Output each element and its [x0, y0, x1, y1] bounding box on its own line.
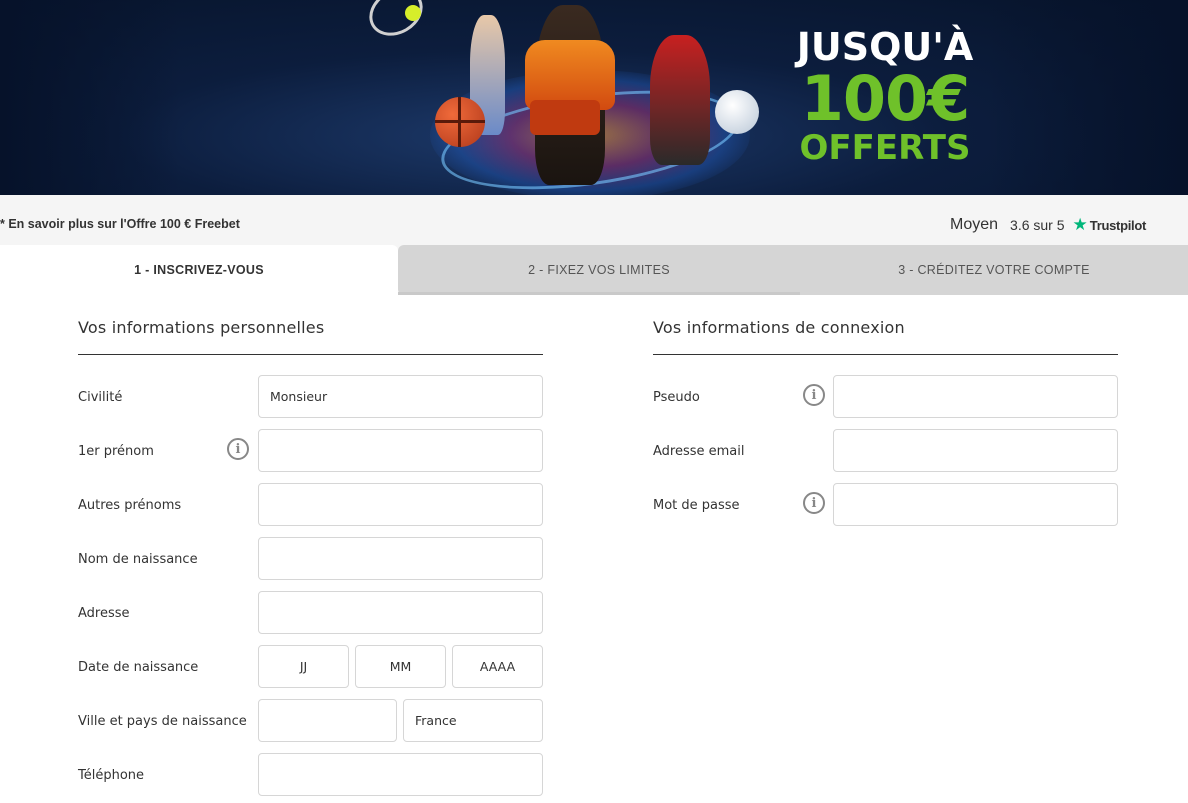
- tab-creditez-compte[interactable]: 3 - CRÉDITEZ VOTRE COMPTE: [800, 245, 1188, 295]
- registration-steps: 2 - FIXEZ VOS LIMITES 3 - CRÉDITEZ VOTRE…: [0, 245, 1188, 295]
- basketball-icon: [435, 97, 485, 147]
- ville-naissance-input[interactable]: [258, 699, 397, 742]
- tab-label: 3 - CRÉDITEZ VOTRE COMPTE: [898, 263, 1090, 277]
- info-icon[interactable]: i: [803, 384, 825, 406]
- birth-month-placeholder: MM: [389, 659, 412, 674]
- email-label: Adresse email: [653, 444, 745, 459]
- tab-label: 2 - FIXEZ VOS LIMITES: [528, 263, 670, 277]
- civilite-select[interactable]: Monsieur: [258, 375, 543, 418]
- info-bar: * En savoir plus sur l'Offre 100 € Freeb…: [0, 195, 1188, 245]
- football-icon: [715, 90, 759, 134]
- prenom-label: 1er prénom: [78, 444, 154, 459]
- basketball-shorts: [530, 100, 600, 135]
- birth-day-placeholder: JJ: [299, 659, 308, 674]
- nom-naissance-input[interactable]: [258, 537, 543, 580]
- pseudo-label: Pseudo: [653, 390, 700, 405]
- banner-right-fade: [988, 0, 1188, 195]
- info-icon[interactable]: i: [227, 438, 249, 460]
- autres-prenoms-label: Autres prénoms: [78, 498, 182, 513]
- personal-section-title: Vos informations personnelles: [78, 318, 325, 337]
- tennis-ball-icon: [405, 5, 421, 21]
- tennis-racket-icon: [360, 0, 432, 46]
- tab-inscrivez-vous[interactable]: 1 - INSCRIVEZ-VOUS: [0, 245, 398, 295]
- password-label: Mot de passe: [653, 498, 740, 513]
- telephone-input[interactable]: [258, 753, 543, 796]
- connexion-section-title: Vos informations de connexion: [653, 318, 905, 337]
- personal-section-divider: [78, 354, 543, 355]
- pays-value: France: [415, 713, 457, 728]
- ville-pays-label: Ville et pays de naissance: [78, 714, 247, 729]
- offer-details-link[interactable]: * En savoir plus sur l'Offre 100 € Freeb…: [0, 217, 240, 231]
- prenom-input[interactable]: [258, 429, 543, 472]
- trust-rating-word: Moyen: [950, 216, 999, 233]
- trustpilot-logo: Trustpilot: [1089, 217, 1147, 233]
- tab-fixez-limites[interactable]: 2 - FIXEZ VOS LIMITES: [398, 245, 1188, 295]
- email-input[interactable]: [833, 429, 1118, 472]
- birth-year-placeholder: AAAA: [479, 659, 516, 674]
- pays-naissance-select[interactable]: France: [403, 699, 543, 742]
- football-player-figure: [650, 35, 710, 165]
- autres-prenoms-input[interactable]: [258, 483, 543, 526]
- banner-left-fade: [0, 0, 180, 195]
- promo-text: JUSQU'À 100€ OFFERTS: [790, 26, 980, 166]
- birth-year-input[interactable]: AAAA: [452, 645, 543, 688]
- date-naissance-label: Date de naissance: [78, 660, 199, 675]
- adresse-input[interactable]: [258, 591, 543, 634]
- password-input[interactable]: [833, 483, 1118, 526]
- tab-label: 1 - INSCRIVEZ-VOUS: [134, 263, 264, 277]
- connexion-section-divider: [653, 354, 1118, 355]
- pseudo-input[interactable]: [833, 375, 1118, 418]
- trustpilot-widget[interactable]: Moyen 3.6 sur 5 ★ Trustpilot: [950, 215, 1146, 235]
- promo-line-3: OFFERTS: [799, 128, 971, 168]
- promo-amount: 100€: [800, 62, 971, 135]
- promo-banner[interactable]: JUSQU'À 100€ OFFERTS: [0, 0, 1188, 195]
- info-icon[interactable]: i: [803, 492, 825, 514]
- civilite-value: Monsieur: [270, 389, 328, 404]
- civilite-label: Civilité: [78, 390, 123, 405]
- trustpilot-star-icon: ★: [1072, 215, 1088, 234]
- birth-day-input[interactable]: JJ: [258, 645, 349, 688]
- banner-artwork: JUSQU'À 100€ OFFERTS: [0, 0, 1188, 195]
- adresse-label: Adresse: [78, 606, 130, 621]
- birth-month-input[interactable]: MM: [355, 645, 446, 688]
- telephone-label: Téléphone: [78, 768, 145, 783]
- trust-rating-score: 3.6 sur 5: [1010, 217, 1065, 233]
- nom-naissance-label: Nom de naissance: [78, 552, 198, 567]
